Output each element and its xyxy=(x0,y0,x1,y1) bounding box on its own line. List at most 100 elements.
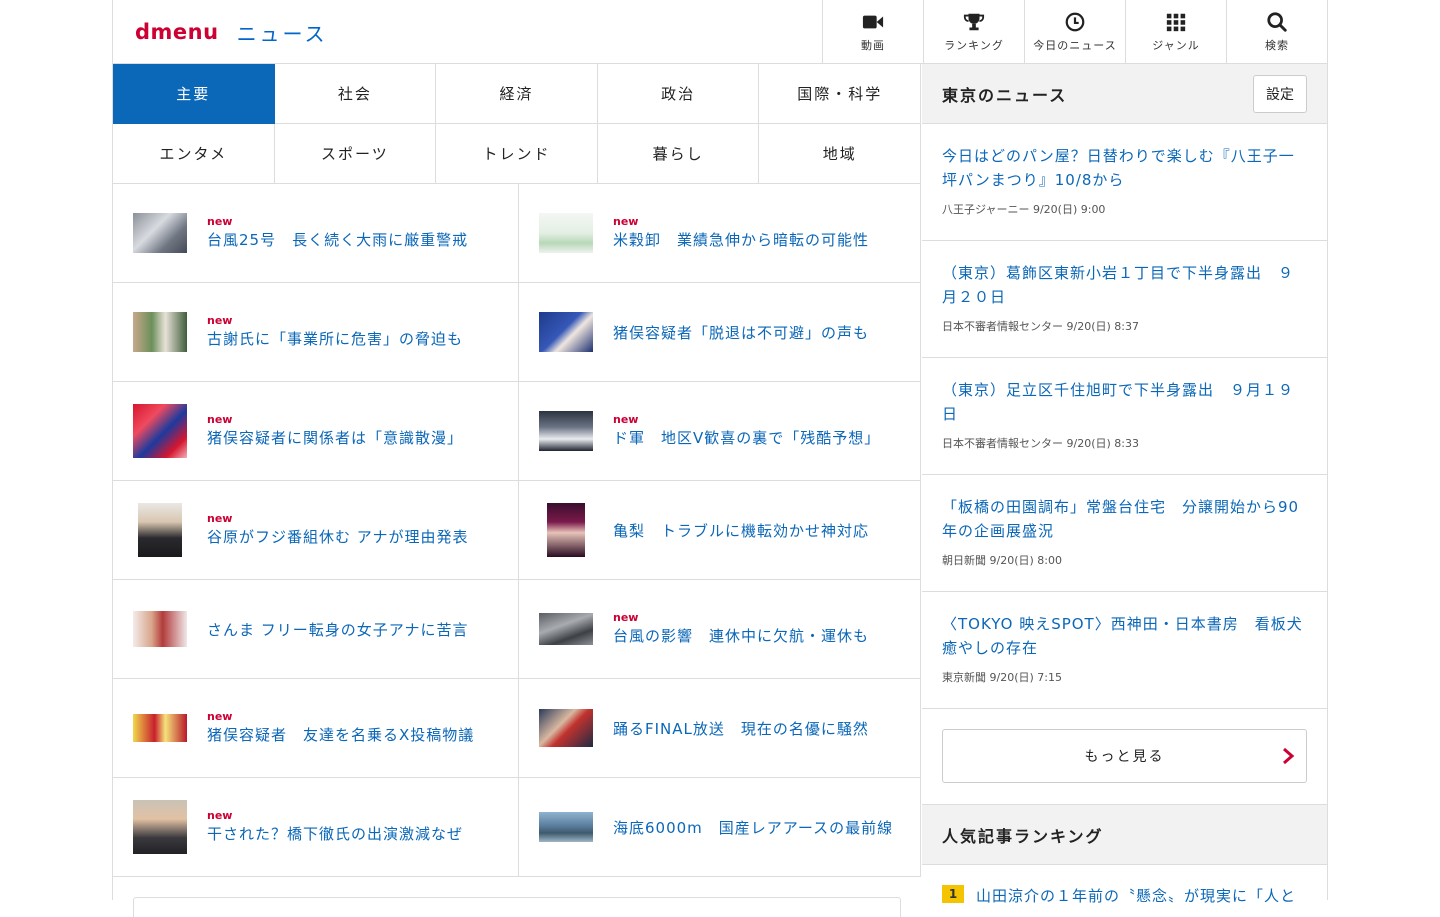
news-source: 東京新聞 xyxy=(942,671,986,684)
article-item[interactable]: new ド軍 地区V歓喜の裏で「残酷予想」 xyxy=(519,382,921,481)
nav-today-label: 今日のニュース xyxy=(1033,38,1117,52)
site-logo[interactable]: dmenu ニュース xyxy=(135,18,328,46)
nav-genre-label: ジャンル xyxy=(1152,38,1200,52)
new-badge: new xyxy=(207,215,233,228)
tab-international[interactable]: 国際・科学 xyxy=(759,64,921,124)
local-news-item[interactable]: 〈TOKYO 映えSPOT〉西神田・日本書房 看板犬癒やしの存在 東京新聞 9/… xyxy=(922,592,1327,709)
article-thumbnail xyxy=(539,305,593,359)
article-thumbnail xyxy=(133,404,187,458)
local-news-item[interactable]: （東京）葛飾区東新小岩１丁目で下半身露出 ９月２０日 日本不審者情報センター 9… xyxy=(922,241,1327,358)
new-badge: new xyxy=(207,809,233,822)
news-source: 日本不審者情報センター xyxy=(942,437,1063,450)
article-item[interactable]: new 台風25号 長く続く大雨に厳重警戒 xyxy=(113,184,519,283)
local-news-headline: （東京）葛飾区東新小岩１丁目で下半身露出 ９月２０日 xyxy=(942,264,1295,306)
local-news-headline: （東京）足立区千住旭町で下半身露出 ９月１９日 xyxy=(942,381,1295,423)
tab-sports[interactable]: スポーツ xyxy=(274,124,437,184)
article-title: ド軍 地区V歓喜の裏で「残酷予想」 xyxy=(613,429,881,447)
local-news-meta: 八王子ジャーニー 9/20(日) 9:00 xyxy=(942,201,1307,217)
article-title: さんま フリー転身の女子アナに苦言 xyxy=(207,621,469,639)
article-thumbnail xyxy=(133,701,187,755)
article-thumbnail xyxy=(133,602,187,656)
local-news-title: 東京のニュース xyxy=(942,85,1068,105)
tab-entertainment[interactable]: エンタメ xyxy=(113,124,275,184)
article-thumbnail xyxy=(539,800,593,854)
article-title: 干された？橋下徹氏の出演激減なぜ xyxy=(207,825,464,843)
article-item[interactable]: 踊るFINAL放送 現在の名優に騒然 xyxy=(519,679,921,778)
local-news-headline: 「板橋の田園調布」常盤台住宅 分譲開始から90年の企画展盛況 xyxy=(942,498,1300,540)
local-news-header: 東京のニュース 設定 xyxy=(922,64,1327,124)
tab-politics[interactable]: 政治 xyxy=(597,64,760,124)
article-item[interactable]: new 猪俣容疑者に関係者は「意識散漫」 xyxy=(113,382,519,481)
nav-video[interactable]: 動画 xyxy=(822,0,923,63)
new-badge: new xyxy=(613,611,639,624)
news-time: 9/20(日) 8:00 xyxy=(989,554,1062,567)
grid-icon xyxy=(1166,13,1186,31)
article-title: 米穀卸 業績急伸から暗転の可能性 xyxy=(613,231,870,249)
news-time: 9/20(日) 8:37 xyxy=(1066,320,1139,333)
tab-economy[interactable]: 経済 xyxy=(436,64,598,124)
article-list: new 台風25号 長く続く大雨に厳重警戒 new 米穀卸 業績急伸から暗転の可能性… xyxy=(113,184,921,877)
article-title: 亀梨 トラブルに機転効かせ神対応 xyxy=(613,522,870,540)
video-icon xyxy=(862,15,884,28)
article-thumbnail xyxy=(539,206,593,260)
article-item[interactable]: new 干された？橋下徹氏の出演激減なぜ xyxy=(113,778,519,877)
article-thumbnail xyxy=(539,404,593,458)
nav-ranking[interactable]: ランキング xyxy=(923,0,1024,63)
article-thumbnail xyxy=(133,503,187,557)
tab-local[interactable]: 地域 xyxy=(759,124,921,184)
nav-genre[interactable]: ジャンル xyxy=(1125,0,1226,63)
article-item[interactable]: new 谷原がフジ番組休む アナが理由発表 xyxy=(113,481,519,580)
nav-today[interactable]: 今日のニュース xyxy=(1024,0,1125,63)
news-source: 八王子ジャーニー xyxy=(942,203,1030,216)
article-thumbnail xyxy=(539,701,593,755)
nav-search-label: 検索 xyxy=(1265,38,1289,52)
article-item[interactable]: 亀梨 トラブルに機転効かせ神対応 xyxy=(519,481,921,580)
article-thumbnail xyxy=(133,800,187,854)
article-item[interactable]: new 米穀卸 業績急伸から暗転の可能性 xyxy=(519,184,921,283)
new-badge: new xyxy=(207,710,233,723)
local-news-headline: 〈TOKYO 映えSPOT〉西神田・日本書房 看板犬癒やしの存在 xyxy=(942,615,1303,657)
see-more-button[interactable]: もっと見る xyxy=(942,729,1307,783)
see-more-label: もっと見る xyxy=(1084,749,1165,765)
article-title: 谷原がフジ番組休む アナが理由発表 xyxy=(207,528,469,546)
article-item[interactable]: new 古謝氏に「事業所に危害」の脅迫も xyxy=(113,283,519,382)
category-tabs: 主要 社会 経済 政治 国際・科学 エンタメ スポーツ トレンド 暮らし 地域 xyxy=(113,64,921,184)
local-news-meta: 日本不審者情報センター 9/20(日) 8:33 xyxy=(942,435,1307,451)
news-source: 日本不審者情報センター xyxy=(942,320,1063,333)
news-time: 9/20(日) 9:00 xyxy=(1032,203,1106,216)
tab-society[interactable]: 社会 xyxy=(274,64,437,124)
article-item[interactable]: 海底6000m 国産レアアースの最前線 xyxy=(519,778,921,877)
article-item[interactable]: new 台風の影響 連休中に欠航・運休も xyxy=(519,580,921,679)
site-header: dmenu ニュース 動画 ランキング 今日のニュース ジャンル 検索 xyxy=(113,0,1327,64)
local-news-item[interactable]: （東京）足立区千住旭町で下半身露出 ９月１９日 日本不審者情報センター 9/20… xyxy=(922,358,1327,475)
more-area: もっと見る xyxy=(922,709,1327,805)
nav-video-label: 動画 xyxy=(861,38,885,52)
article-item[interactable]: 猪俣容疑者「脱退は不可避」の声も xyxy=(519,283,921,382)
article-item[interactable]: new 猪俣容疑者 友達を名乗るX投稿物議 xyxy=(113,679,519,778)
settings-button[interactable]: 設定 xyxy=(1253,74,1307,113)
new-badge: new xyxy=(207,413,233,426)
local-news-item[interactable]: 「板橋の田園調布」常盤台住宅 分譲開始から90年の企画展盛況 朝日新聞 9/20… xyxy=(922,475,1327,592)
ranking-title: 人気記事ランキング xyxy=(942,826,1104,846)
chevron-right-icon xyxy=(1283,747,1295,765)
article-title: 猪俣容疑者に関係者は「意識散漫」 xyxy=(207,429,464,447)
tab-trend[interactable]: トレンド xyxy=(436,124,598,184)
rank-badge: 1 xyxy=(942,885,964,903)
logo-dmenu: dmenu xyxy=(135,20,219,44)
article-title: 古謝氏に「事業所に危害」の脅迫も xyxy=(207,330,464,348)
tab-life[interactable]: 暮らし xyxy=(597,124,760,184)
nav-search[interactable]: 検索 xyxy=(1226,0,1327,63)
article-title: 猪俣容疑者 友達を名乗るX投稿物議 xyxy=(207,726,475,744)
article-title: 台風の影響 連休中に欠航・運休も xyxy=(613,627,870,645)
article-item[interactable]: さんま フリー転身の女子アナに苦言 xyxy=(113,580,519,679)
new-badge: new xyxy=(613,215,639,228)
header-nav: 動画 ランキング 今日のニュース ジャンル 検索 xyxy=(822,0,1327,63)
local-news-item[interactable]: 今日はどのパン屋？日替わりで楽しむ『八王子一坪パンまつり』10/8から 八王子ジ… xyxy=(922,124,1327,241)
article-thumbnail xyxy=(133,305,187,359)
article-title: 踊るFINAL放送 現在の名優に騒然 xyxy=(613,720,869,738)
article-thumbnail xyxy=(539,503,593,557)
tab-main[interactable]: 主要 xyxy=(113,64,275,124)
local-news-meta: 東京新聞 9/20(日) 7:15 xyxy=(942,669,1307,685)
ranking-header: 人気記事ランキング xyxy=(922,805,1327,865)
news-time: 9/20(日) 8:33 xyxy=(1066,437,1139,450)
